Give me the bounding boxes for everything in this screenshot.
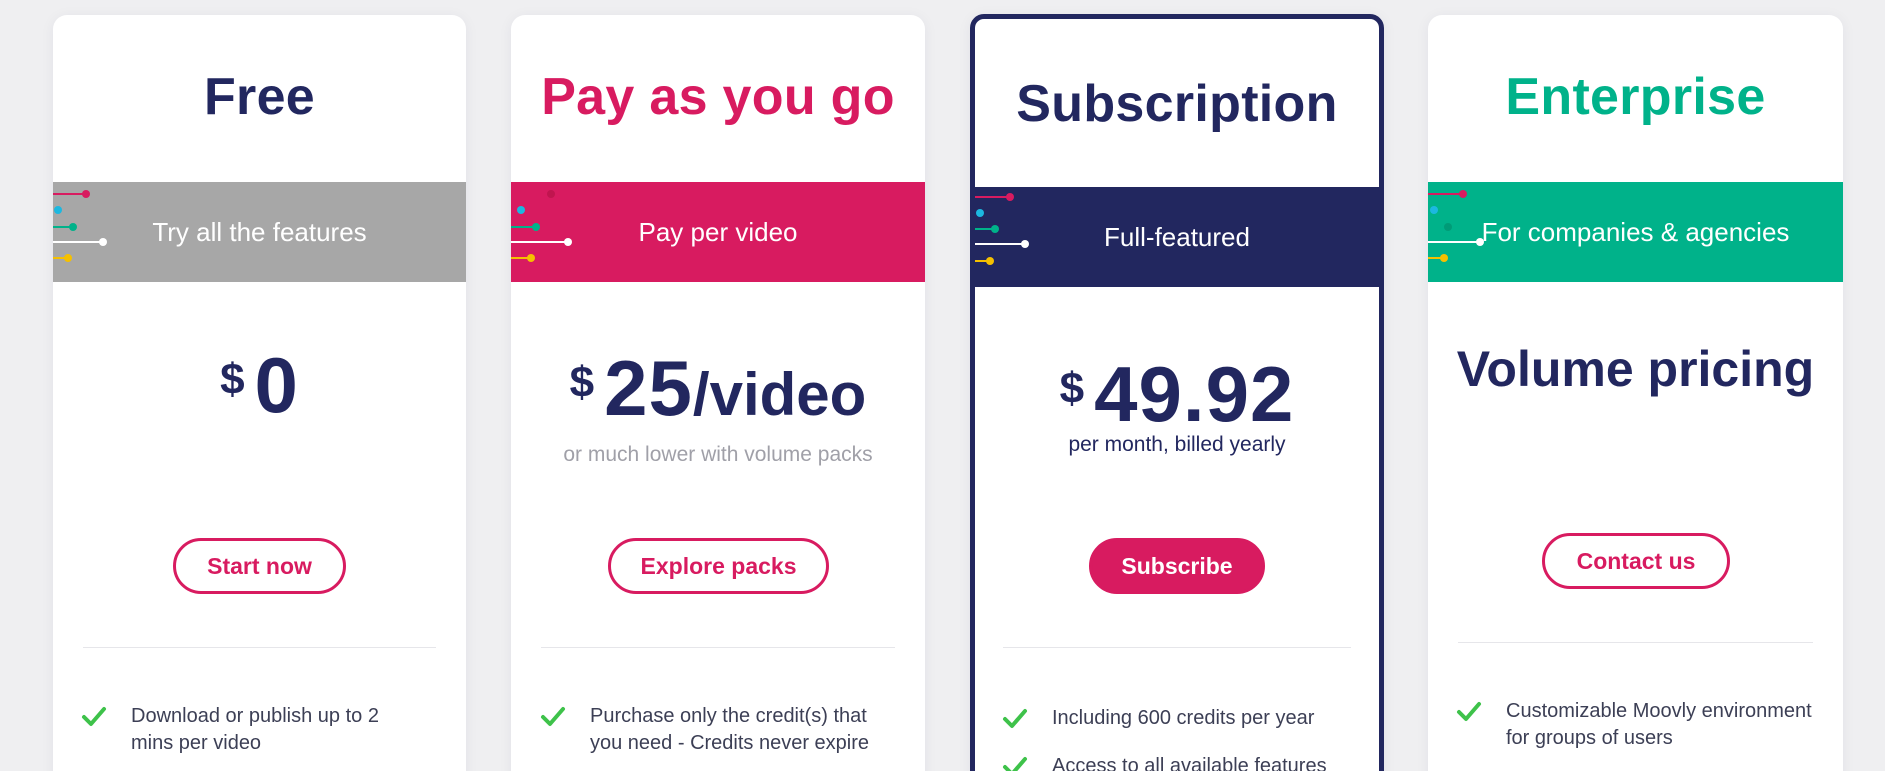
currency-symbol: $	[220, 355, 245, 404]
feature-item: Customizable Moovly environment for grou…	[1456, 698, 1826, 752]
plan-card-free: Free Try all the features $0 Start now D…	[53, 15, 466, 771]
plan-band: Try all the features	[53, 182, 466, 282]
price-amount: 25	[604, 344, 693, 432]
plan-band: Full-featured	[975, 187, 1379, 287]
subscribe-button[interactable]: Subscribe	[1089, 538, 1265, 594]
price-label: Volume pricing	[1456, 341, 1815, 397]
divider	[541, 647, 895, 648]
plan-band-text: Full-featured	[1104, 221, 1250, 252]
divider	[83, 647, 436, 648]
plan-card-enterprise: Enterprise For companies & agencies Volu…	[1428, 15, 1843, 771]
plan-title: Subscription	[1016, 75, 1338, 133]
plan-card-subscription: Subscription Full-featured $49.92 per mo…	[970, 14, 1384, 771]
check-icon	[1003, 757, 1027, 771]
plan-title: Pay as you go	[541, 68, 895, 126]
plan-band-text: Pay per video	[638, 216, 798, 247]
explore-packs-button[interactable]: Explore packs	[608, 538, 829, 594]
plan-title: Enterprise	[1505, 68, 1766, 126]
plan-price: $0	[53, 340, 466, 431]
check-icon	[1003, 709, 1027, 728]
contact-us-button[interactable]: Contact us	[1542, 533, 1730, 589]
plan-price: $25/video	[511, 343, 925, 434]
divider	[1003, 647, 1351, 648]
price-unit: /video	[692, 361, 867, 428]
check-icon	[1457, 702, 1481, 721]
plan-card-pay-as-you-go: Pay as you go Pay per video $25/video or…	[511, 15, 925, 771]
pricing-section: Free Try all the features $0 Start now D…	[0, 0, 1885, 771]
circuit-lines-icon	[975, 193, 1029, 265]
feature-text: Download or publish up to 2 mins per vid…	[131, 705, 379, 754]
check-icon	[541, 707, 565, 726]
feature-text: Access to all available features	[1052, 755, 1327, 771]
divider	[1458, 642, 1813, 643]
start-now-button[interactable]: Start now	[173, 538, 346, 594]
feature-text: Including 600 credits per year	[1052, 707, 1315, 729]
price-note: or much lower with volume packs	[563, 443, 873, 466]
plan-band-text: For companies & agencies	[1481, 216, 1790, 247]
plan-title: Free	[203, 68, 316, 126]
feature-text: Customizable Moovly environment for grou…	[1506, 700, 1812, 749]
price-note: per month, billed yearly	[1068, 433, 1286, 456]
feature-item: Download or publish up to 2 mins per vid…	[81, 703, 421, 757]
feature-text: Purchase only the credit(s) that you nee…	[590, 705, 870, 754]
plan-band: Pay per video	[511, 182, 925, 282]
feature-item: Including 600 credits per year	[1002, 705, 1362, 732]
feature-item: Access to all available features	[1002, 753, 1362, 771]
plan-band: For companies & agencies	[1428, 182, 1843, 282]
circuit-lines-icon	[511, 190, 572, 262]
price-amount: 0	[254, 341, 299, 429]
currency-symbol: $	[1059, 364, 1085, 413]
plan-price: $49.92	[975, 349, 1379, 440]
currency-symbol: $	[569, 358, 595, 407]
check-icon	[82, 707, 106, 726]
circuit-lines-icon	[53, 190, 107, 262]
plan-band-text: Try all the features	[152, 216, 367, 247]
price-amount: 49.92	[1094, 350, 1295, 438]
feature-item: Purchase only the credit(s) that you nee…	[540, 703, 900, 757]
